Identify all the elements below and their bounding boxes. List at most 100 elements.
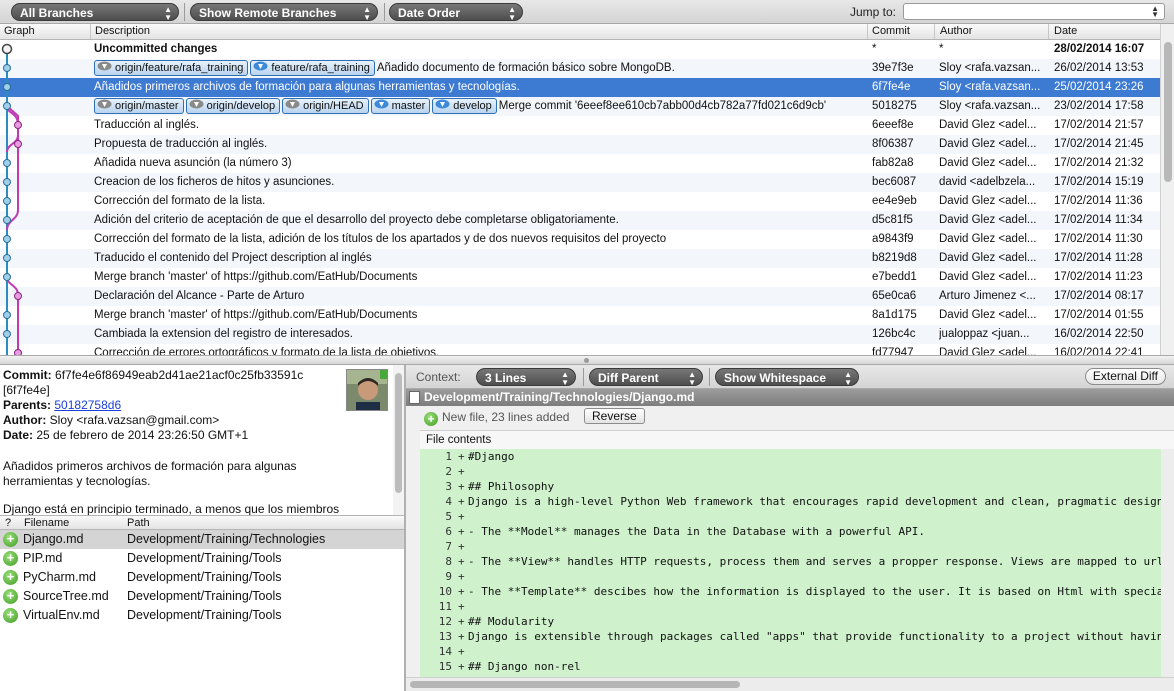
remote-branch-tag[interactable]: origin/develop	[185, 98, 281, 114]
commit-hash: ee4e9eb	[872, 195, 917, 207]
column-filename[interactable]: Filename	[24, 517, 69, 529]
commit-row[interactable]: Añadidos primeros archivos de formación …	[0, 78, 1160, 97]
commit-author: David Glez <adel...	[939, 195, 1037, 207]
file-row[interactable]: + PIP.md Development/Training/Tools	[0, 549, 404, 568]
splitter-handle-icon[interactable]	[584, 358, 589, 363]
jump-to-combobox[interactable]: ▲ ▼	[903, 3, 1165, 20]
commit-row[interactable]: Traducción al inglés. 6eeef8e David Glez <…	[0, 116, 1160, 135]
avatar-image-icon	[347, 370, 387, 410]
diff-line: 9 +	[420, 569, 1161, 584]
commit-date: 17/02/2014 15:19	[1054, 176, 1144, 188]
commit-row[interactable]: origin/master origin/develop origin/HEAD ma…	[0, 97, 1160, 116]
commit-description: Declaración del Alcance - Parte de Artur…	[94, 287, 864, 306]
column-divider[interactable]	[90, 24, 91, 39]
column-date[interactable]: Date	[1054, 25, 1077, 37]
date-line: Date: 25 de febrero de 2014 23:26:50 GMT…	[3, 428, 248, 442]
commit-row[interactable]: Creacion de los ficheros de hitos y asun…	[0, 173, 1160, 192]
commit-date: 17/02/2014 21:32	[1054, 157, 1144, 169]
diff-code-block[interactable]: 1 + #Django 2 +3 + ## Philosophy 4 + Django is a …	[420, 449, 1161, 677]
commit-author: jualoppaz <juan...	[939, 328, 1030, 340]
files-column-header: ? Filename Path	[0, 515, 404, 530]
remote-branch-tag[interactable]: origin/feature/rafa_training	[94, 60, 249, 76]
changed-files-list[interactable]: + Django.md Development/Training/Technolog…	[0, 530, 404, 691]
branches-select[interactable]: All Branches ▲ ▼	[11, 3, 179, 21]
commit-details-panel: Commit: 6f7fe4e6f86949eab2d41ae21acf0c25…	[0, 365, 404, 515]
commit-row[interactable]: Traducido el contenido del Project descr…	[0, 249, 1160, 268]
diff-horizontal-scrollbar[interactable]	[406, 677, 1174, 691]
toolbar-divider	[709, 368, 710, 386]
date-label: Date:	[3, 428, 34, 442]
commit-date: 17/02/2014 08:17	[1054, 290, 1144, 302]
line-text: #Django	[468, 450, 515, 463]
context-lines-select[interactable]: 3 Lines ▲ ▼	[476, 368, 576, 386]
file-row[interactable]: + SourceTree.md Development/Training/Tools	[0, 587, 404, 606]
commit-row[interactable]: Uncommitted changes * * 28/02/2014 16:07	[0, 40, 1160, 59]
diff-view: Development/Training/Technologies/Django…	[406, 389, 1174, 691]
history-scroll-thumb[interactable]	[1164, 42, 1172, 182]
column-description[interactable]: Description	[95, 25, 150, 37]
column-commit[interactable]: Commit	[872, 25, 910, 37]
added-marker: +	[458, 450, 465, 463]
local-branch-tag[interactable]: feature/rafa_training	[250, 60, 375, 76]
diff-scroll-thumb[interactable]	[410, 681, 740, 688]
column-divider[interactable]	[1048, 24, 1049, 39]
commit-row[interactable]: Declaración del Alcance - Parte de Artur…	[0, 287, 1160, 306]
pane-splitter[interactable]	[0, 355, 1174, 365]
remote-branch-tag[interactable]: origin/master	[94, 98, 184, 114]
diff-vertical-scrollbar[interactable]	[1161, 449, 1174, 677]
commit-row[interactable]: Corrección de errores ortográficos y for…	[0, 344, 1160, 355]
reverse-button[interactable]: Reverse	[584, 408, 645, 424]
column-divider[interactable]	[867, 24, 868, 39]
parent-commit-link[interactable]: 50182758d6	[54, 398, 121, 412]
file-name: VirtualEnv.md	[23, 608, 100, 622]
column-author[interactable]: Author	[940, 25, 972, 37]
commit-row[interactable]: Merge branch 'master' of https://github.…	[0, 268, 1160, 287]
details-scroll-thumb[interactable]	[395, 373, 402, 493]
select-arrows-icon: ▲ ▼	[688, 370, 696, 386]
diff-parent-select[interactable]: Diff Parent ▲ ▼	[589, 368, 703, 386]
added-marker: +	[458, 540, 465, 553]
commit-message-line: herramientas y tecnologías.	[3, 474, 151, 488]
commit-date: 17/02/2014 11:28	[1054, 252, 1143, 264]
file-path: Development/Training/Tools	[127, 551, 282, 565]
history-scrollbar[interactable]	[1160, 24, 1174, 355]
commit-row[interactable]: Merge branch 'master' of https://github.…	[0, 306, 1160, 325]
select-arrows-icon: ▲ ▼	[844, 370, 852, 386]
diff-line: 5 +	[420, 509, 1161, 524]
show-whitespace-select[interactable]: Show Whitespace ▲ ▼	[715, 368, 859, 386]
file-row[interactable]: + VirtualEnv.md Development/Training/Tools	[0, 606, 404, 625]
line-number: 8	[445, 555, 452, 568]
order-select[interactable]: Date Order ▲ ▼	[389, 3, 523, 21]
remote-branch-tag[interactable]: origin/HEAD	[282, 98, 369, 114]
commit-row[interactable]: Corrección del formato de la lista. ee4e9…	[0, 192, 1160, 211]
commit-row[interactable]: origin/feature/rafa_training feature/rafa…	[0, 59, 1160, 78]
commit-row[interactable]: Propuesta de traducción al inglés. 8f0638…	[0, 135, 1160, 154]
details-scrollbar[interactable]	[393, 365, 404, 515]
commit-hash: a9843f9	[872, 233, 914, 245]
column-divider[interactable]	[934, 24, 935, 39]
order-select-label: Date Order	[398, 6, 461, 20]
author-line: Author: Sloy <rafa.vazsan@gmail.com>	[3, 413, 219, 427]
column-graph[interactable]: Graph	[4, 25, 35, 37]
commit-author: david <adelbzela...	[939, 176, 1036, 188]
commit-row[interactable]: Corrección del formato de la lista, adic…	[0, 230, 1160, 249]
commit-hash: 39e7f3e	[872, 62, 914, 74]
commit-row[interactable]: Añadida nueva asunción (la número 3) fab8…	[0, 154, 1160, 173]
column-path[interactable]: Path	[127, 517, 150, 529]
local-branch-tag[interactable]: develop	[432, 98, 497, 114]
added-status-icon: +	[3, 608, 18, 623]
file-row[interactable]: + PyCharm.md Development/Training/Tools	[0, 568, 404, 587]
column-status[interactable]: ?	[5, 517, 11, 529]
commit-date: 26/02/2014 13:53	[1054, 62, 1144, 74]
remote-branches-select[interactable]: Show Remote Branches ▲ ▼	[190, 3, 378, 21]
commit-row[interactable]: Cambiada la extension del registro de in…	[0, 325, 1160, 344]
file-row[interactable]: + Django.md Development/Training/Technolog…	[0, 530, 404, 549]
external-diff-button[interactable]: External Diff	[1084, 368, 1166, 385]
local-branch-tag[interactable]: master	[370, 98, 431, 114]
commit-row[interactable]: Adición del criterio de aceptación de qu…	[0, 211, 1160, 230]
commit-description: Uncommitted changes	[94, 40, 864, 59]
commit-history-list[interactable]: Uncommitted changes * * 28/02/2014 16:07 ori…	[0, 40, 1160, 355]
select-arrows-icon: ▲ ▼	[1151, 4, 1159, 19]
commit-author: David Glez <adel...	[939, 271, 1037, 283]
parents-line: Parents: 50182758d6	[3, 398, 121, 412]
